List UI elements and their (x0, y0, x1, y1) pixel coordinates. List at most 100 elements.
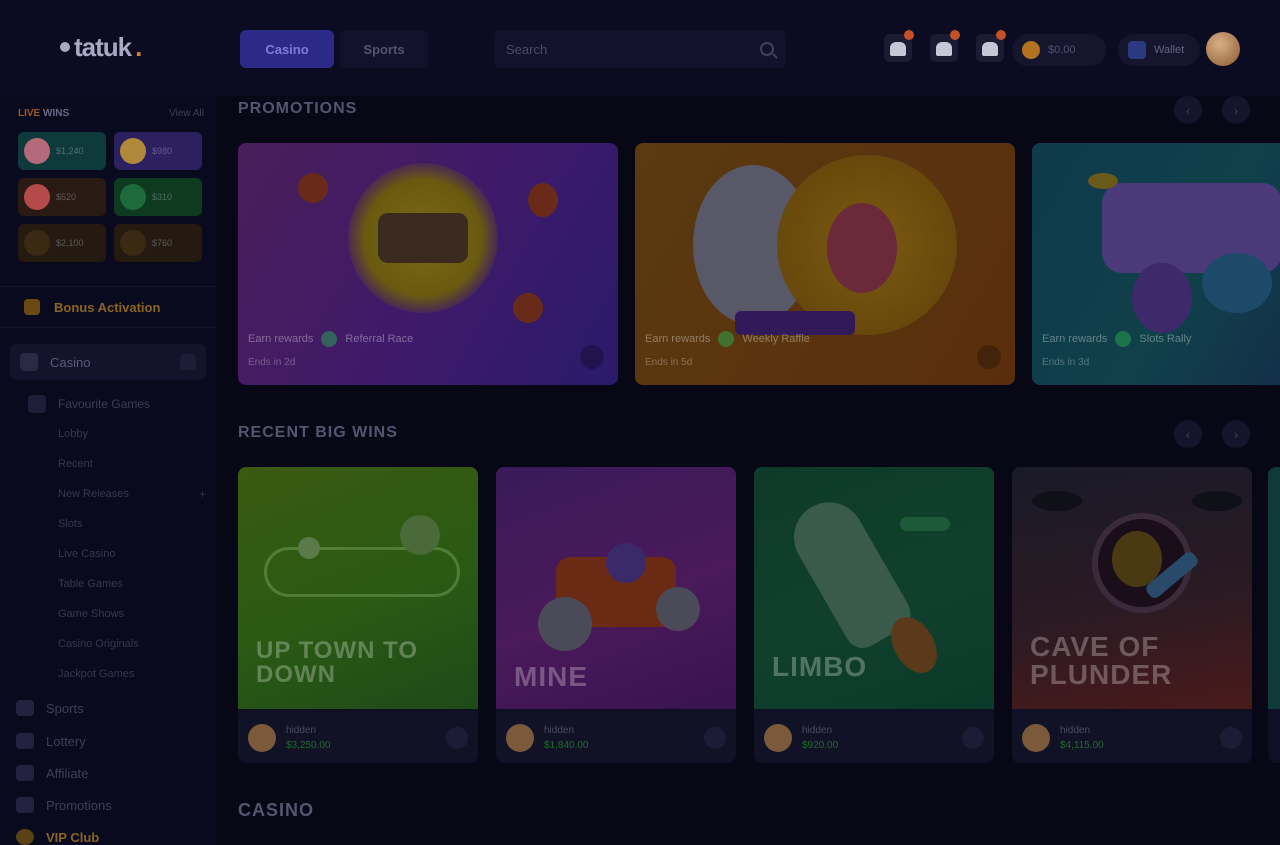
sidebar-item-sports[interactable]: Sports (16, 696, 206, 720)
promo-line1: Earn rewards (248, 333, 314, 345)
sidebar-item-game-shows[interactable]: Game Shows (58, 605, 206, 623)
rewards-button[interactable] (930, 30, 960, 62)
winner-amount: $760 (152, 238, 173, 248)
promo-card[interactable]: Earn rewards Slots Rally Ends in 3d (1032, 143, 1280, 385)
winner-card[interactable]: $310 (114, 178, 202, 216)
promo-card[interactable]: Earn rewards Weekly Raffle Ends in 5d (635, 143, 1015, 385)
messages-button[interactable] (976, 30, 1006, 62)
sidebar-item-originals[interactable]: Casino Originals (58, 635, 206, 653)
casino-icon (20, 353, 38, 371)
logo-accent: . (135, 31, 142, 62)
winner-username: hidden (286, 725, 317, 736)
sidebar-item-label: Game Shows (58, 608, 125, 620)
game-card-partial[interactable] (1268, 467, 1280, 763)
search-input[interactable] (506, 41, 760, 57)
game-footer: hidden $4,115.00 (1012, 713, 1252, 763)
winner-username: hidden (544, 725, 575, 736)
game-card[interactable]: MINE hidden $1,840.00 (496, 467, 736, 763)
game-footer: hidden $1,840.00 (496, 713, 736, 763)
promo-artwork (635, 143, 1015, 385)
wallet-label: Wallet (1154, 44, 1185, 56)
sidebar-item-table-games[interactable]: Table Games (58, 575, 206, 593)
winner-info: hidden $4,115.00 (1060, 725, 1210, 751)
winner-avatar (764, 724, 792, 752)
notification-button[interactable] (884, 30, 914, 62)
sidebar-item-vip[interactable]: VIP Club (16, 825, 206, 845)
winner-card[interactable]: $980 (114, 132, 202, 170)
check-icon (1115, 331, 1132, 347)
play-icon[interactable] (962, 727, 984, 749)
sidebar-item-label: Favourite Games (58, 397, 151, 411)
recent-wins-next-button[interactable]: › (1222, 420, 1250, 448)
arrow-right-icon[interactable] (977, 345, 1001, 369)
sidebar-item-new-releases[interactable]: New Releases + (58, 485, 206, 503)
sidebar-item-label: Casino Originals (58, 638, 139, 650)
winner-amount: $980 (152, 146, 173, 156)
sidebar-item-label: Sports (46, 700, 84, 716)
recent-wins-title: RECENT BIG WINS (238, 424, 398, 441)
sidebar-item-lottery[interactable]: Lottery (16, 729, 206, 753)
winner-thumbnail (120, 138, 146, 164)
winner-info: hidden $3,250.00 (286, 725, 436, 751)
sidebar-section-casino[interactable]: Casino (10, 344, 206, 380)
search-icon[interactable] (760, 42, 774, 56)
game-title: MINE (514, 661, 588, 692)
play-icon[interactable] (704, 727, 726, 749)
sidebar-item-live-casino[interactable]: Live Casino (58, 545, 206, 563)
winner-card[interactable]: $2,100 (18, 224, 106, 262)
promo-subtitle: Ends in 5d (645, 357, 693, 368)
winner-card[interactable]: $520 (18, 178, 106, 216)
balance-selector[interactable]: $0.00 (1012, 34, 1106, 66)
promotions-prev-button[interactable]: ‹ (1174, 96, 1202, 124)
play-icon[interactable] (1220, 727, 1242, 749)
balance-amount: $0.00 (1048, 44, 1076, 56)
bonus-activation-link[interactable]: Bonus Activation (0, 286, 216, 328)
plus-icon: + (198, 487, 206, 501)
promo-subtitle: Ends in 2d (248, 357, 296, 368)
game-title: CAVE OF PLUNDER (1030, 631, 1173, 690)
game-card[interactable]: LIMBO hidden $920.00 (754, 467, 994, 763)
winner-username: hidden (802, 725, 833, 736)
recent-wins-prev-button[interactable]: ‹ (1174, 420, 1202, 448)
promo-meta: Earn rewards Weekly Raffle (645, 331, 1005, 347)
gift-icon (16, 797, 34, 813)
winner-thumbnail (120, 230, 146, 256)
sidebar-item-label: Live Casino (58, 548, 116, 560)
search-bar[interactable] (494, 30, 786, 68)
promo-artwork (1032, 143, 1280, 385)
promotions-next-button[interactable]: › (1222, 96, 1250, 124)
tab-casino[interactable]: Casino (240, 30, 334, 68)
game-card[interactable]: CAVE OF PLUNDER hidden $4,115.00 (1012, 467, 1252, 763)
play-icon[interactable] (446, 727, 468, 749)
site-logo[interactable]: tatuk . (60, 30, 180, 64)
game-card[interactable]: UP TOWN TO DOWN hidden $3,250.00 (238, 467, 478, 763)
sidebar-item-lobby[interactable]: Lobby (58, 425, 206, 443)
sidebar-item-label: Jackpot Games (58, 668, 135, 680)
winner-avatar (506, 724, 534, 752)
sidebar-item-label: Lottery (46, 733, 86, 749)
chevron-up-icon[interactable] (180, 354, 196, 370)
sidebar-item-jackpot[interactable]: Jackpot Games (58, 665, 206, 683)
bonus-icon (24, 299, 40, 315)
messages-badge (996, 30, 1006, 40)
winner-card[interactable]: $760 (114, 224, 202, 262)
user-avatar[interactable] (1206, 32, 1240, 66)
promo-card[interactable]: Earn rewards Referral Race Ends in 2d (238, 143, 618, 385)
winner-amount: $3,250.00 (286, 740, 331, 751)
bonus-activation-label: Bonus Activation (54, 299, 161, 315)
wallet-button[interactable]: Wallet (1118, 34, 1200, 66)
winner-thumbnail (24, 138, 50, 164)
sidebar-item-slots[interactable]: Slots (58, 515, 206, 533)
sidebar-item-affiliate[interactable]: Affiliate (16, 761, 206, 785)
sidebar-item-promotions[interactable]: Promotions (16, 793, 206, 817)
sidebar-item-favourites[interactable]: Favourite Games (28, 394, 206, 414)
winners-header: LIVE WINS View All (18, 108, 204, 119)
game-artwork (1268, 467, 1280, 709)
winners-view-all-link[interactable]: View All (169, 108, 204, 119)
sidebar-item-recent[interactable]: Recent (58, 455, 206, 473)
check-icon (321, 331, 338, 347)
promo-meta: Earn rewards Referral Race (248, 331, 608, 347)
tab-sports[interactable]: Sports (340, 30, 428, 68)
winner-card[interactable]: $1,240 (18, 132, 106, 170)
arrow-right-icon[interactable] (580, 345, 604, 369)
